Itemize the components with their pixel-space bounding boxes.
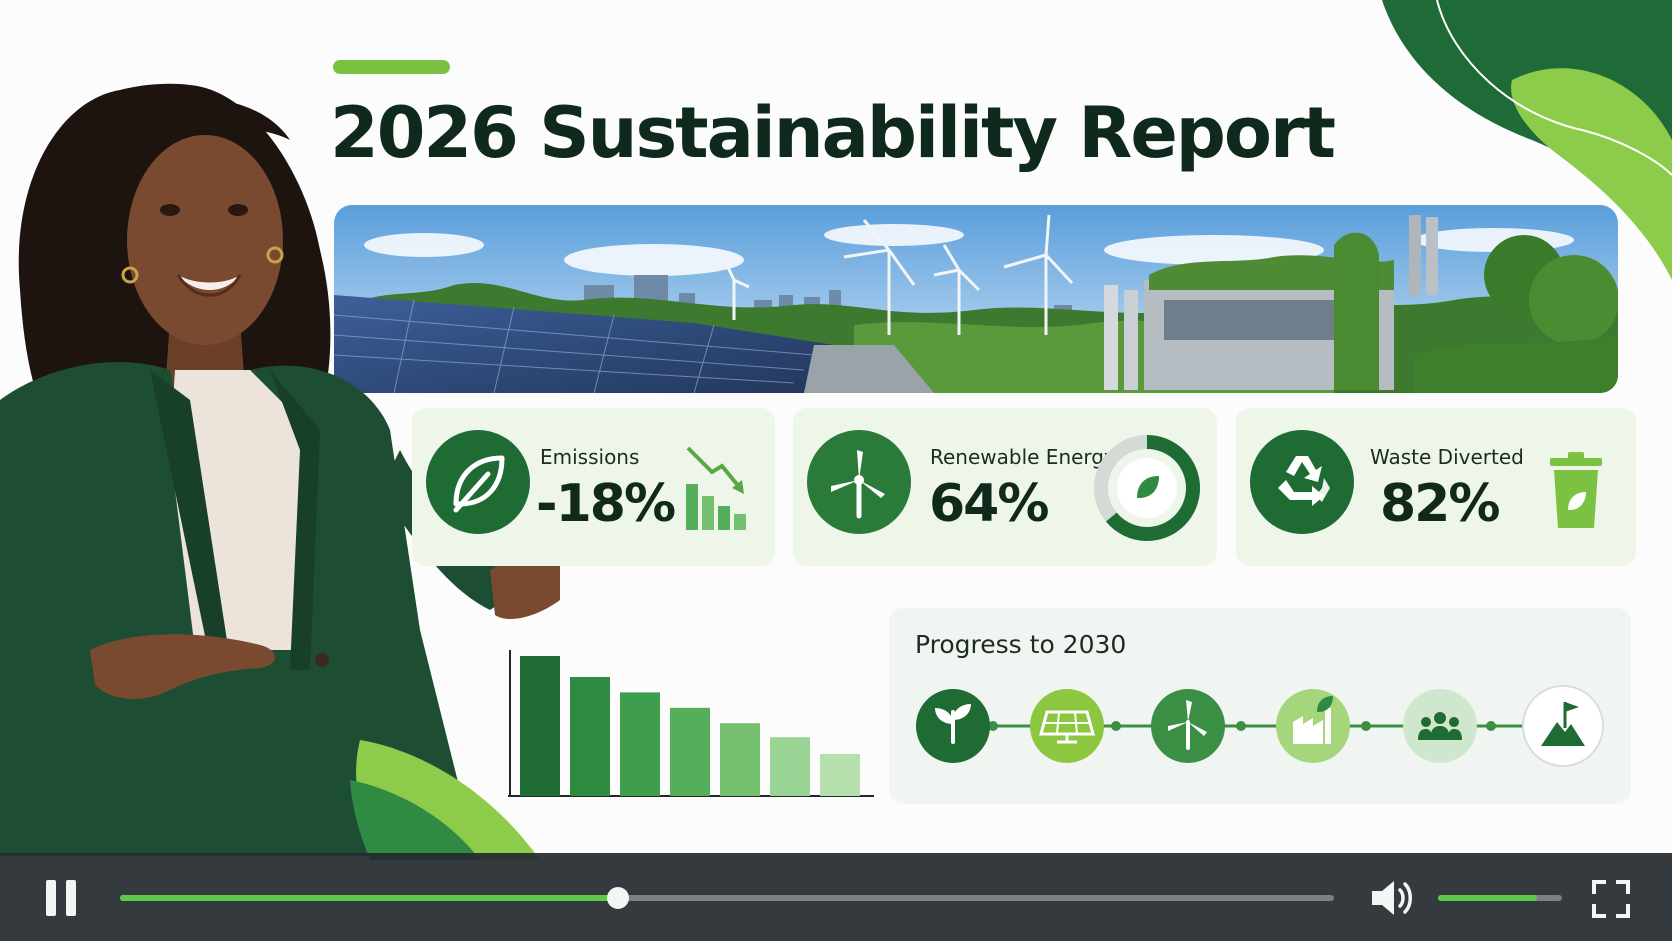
seek-handle[interactable]: [606, 887, 629, 909]
fullscreen-icon: [1592, 880, 1630, 918]
fullscreen-button[interactable]: [1592, 880, 1630, 918]
solar-panel-icon: [1030, 689, 1104, 763]
kpi-card-emissions: Emissions -18%: [412, 408, 775, 566]
chart-bar: [670, 707, 710, 796]
volume-level: [1438, 895, 1538, 901]
pause-icon: [46, 880, 56, 916]
chart-bar: [620, 692, 660, 796]
kpi-label: Emissions: [540, 445, 640, 469]
summit-flag-icon: [1522, 685, 1604, 767]
recycle-bin-icon: [1550, 452, 1602, 528]
leaf-icon: [426, 430, 530, 534]
seek-progress: [120, 895, 618, 901]
kpi-value: 82%: [1380, 474, 1500, 534]
green-factory-icon: [1276, 689, 1350, 763]
kpi-value: 64%: [929, 474, 1049, 534]
chart-bar: [770, 737, 810, 796]
wind-turbine-icon: [1151, 689, 1225, 763]
chart-bar: [820, 754, 860, 796]
progress-panel: Progress to 2030: [889, 608, 1631, 804]
chart-bar: [720, 723, 760, 796]
kpi-card-waste-diverted: Waste Diverted 82%: [1236, 408, 1636, 566]
recycle-icon: [1250, 430, 1354, 534]
wind-turbine-icon: [807, 430, 911, 534]
video-frame[interactable]: 2026 Sustainability Report Emissions -18…: [0, 0, 1672, 941]
seek-bar[interactable]: [120, 887, 1334, 909]
milestone-timeline: [916, 685, 1604, 767]
kpi-label: Waste Diverted: [1370, 445, 1524, 469]
sprout-icon: [916, 689, 990, 763]
kpi-value: -18%: [536, 474, 676, 534]
donut-gauge-icon: [1094, 435, 1200, 541]
kpi-card-renewable-energy: Renewable Energy 64%: [793, 408, 1217, 566]
people-icon: [1403, 689, 1477, 763]
speaker-icon: [1372, 881, 1394, 915]
volume-slider[interactable]: [1438, 893, 1562, 903]
declining-bar-chart-icon: [686, 446, 746, 530]
decorative-leaf-shape: [350, 740, 540, 860]
pause-button[interactable]: [42, 878, 82, 918]
volume-button[interactable]: [1370, 877, 1414, 919]
kpi-label: Renewable Energy: [930, 445, 1116, 469]
video-controls-bar: [0, 853, 1672, 941]
